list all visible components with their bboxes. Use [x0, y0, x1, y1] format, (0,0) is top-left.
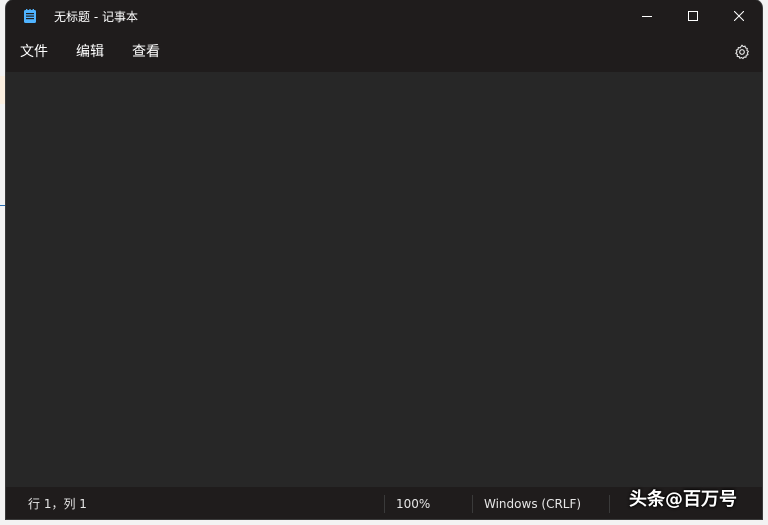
menu-edit[interactable]: 编辑 — [62, 32, 118, 72]
maximize-icon — [688, 11, 698, 21]
maximize-button[interactable] — [670, 0, 716, 32]
text-editor-area[interactable] — [6, 72, 762, 487]
minimize-icon — [642, 16, 652, 17]
settings-button[interactable] — [730, 40, 754, 64]
close-button[interactable] — [716, 0, 762, 32]
cursor-position: 行 1，列 1 — [28, 497, 87, 511]
title-bar[interactable]: 无标题 - 记事本 — [6, 0, 762, 32]
gear-icon — [735, 44, 749, 60]
status-divider — [384, 495, 385, 513]
window-title: 无标题 - 记事本 — [54, 9, 138, 24]
window-controls — [624, 0, 762, 32]
zoom-level: 100% — [396, 497, 431, 511]
status-divider — [609, 495, 610, 513]
menu-view[interactable]: 查看 — [118, 32, 174, 72]
line-ending: Windows (CRLF) — [484, 497, 582, 511]
minimize-button[interactable] — [624, 0, 670, 32]
notepad-icon — [22, 8, 38, 24]
notepad-window: 无标题 - 记事本 文件 编辑 查看 行 1，列 1 100% Windows … — [6, 0, 762, 519]
close-icon — [734, 11, 744, 21]
status-divider — [472, 495, 473, 513]
menu-bar: 文件 编辑 查看 — [6, 32, 762, 72]
watermark-text: 头条@百万号 — [629, 489, 737, 510]
menu-file[interactable]: 文件 — [6, 32, 62, 72]
